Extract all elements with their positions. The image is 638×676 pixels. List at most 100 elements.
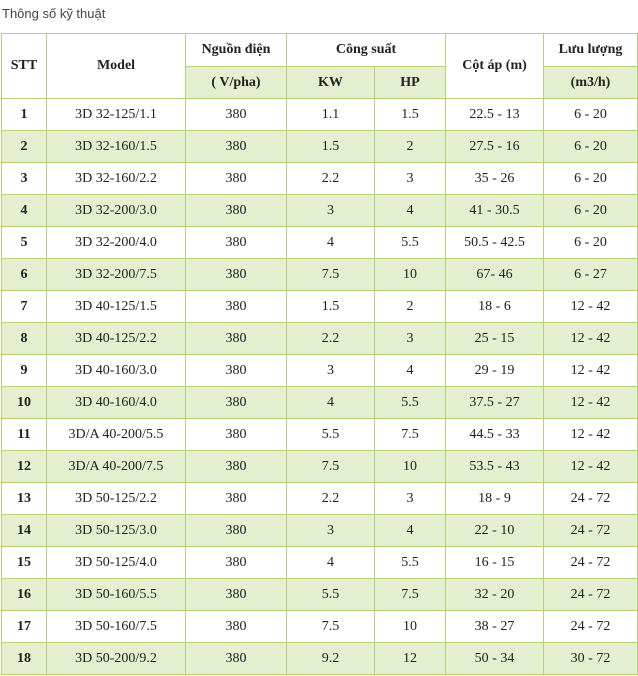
cell-model: 3D 50-160/5.5 (46, 578, 186, 611)
cell-head: 29 - 19 (445, 354, 545, 387)
cell-head: 27.5 - 16 (445, 130, 545, 163)
cell-head: 22.5 - 13 (445, 98, 545, 131)
cell-hp: 10 (373, 450, 447, 483)
cell-model: 3D 50-200/9.2 (46, 642, 186, 675)
cell-head: 35 - 26 (445, 162, 545, 195)
cell-voltage: 380 (185, 642, 287, 675)
cell-voltage: 380 (185, 578, 287, 611)
cell-flow: 24 - 72 (543, 546, 638, 579)
cell-voltage: 380 (185, 418, 287, 451)
cell-head: 37.5 - 27 (445, 386, 545, 419)
cell-kw: 7.5 (286, 610, 375, 643)
cell-hp: 5.5 (373, 546, 447, 579)
table-row: 4 3D 32-200/3.0 380 3 4 41 - 30.5 6 - 20 (1, 194, 638, 227)
cell-flow: 12 - 42 (543, 418, 638, 451)
cell-model: 3D 40-160/3.0 (46, 354, 186, 387)
cell-flow: 12 - 42 (543, 450, 638, 483)
cell-head: 22 - 10 (445, 514, 545, 547)
cell-stt: 6 (1, 258, 47, 291)
cell-stt: 5 (1, 226, 47, 259)
table-row: 9 3D 40-160/3.0 380 3 4 29 - 19 12 - 42 (1, 354, 638, 387)
spec-table: STT Model Nguồn điện Công suất Cột áp (m… (1, 33, 638, 675)
cell-voltage: 380 (185, 450, 287, 483)
cell-flow: 12 - 42 (543, 386, 638, 419)
cell-voltage: 380 (185, 546, 287, 579)
cell-hp: 10 (373, 610, 447, 643)
cell-kw: 2.2 (286, 482, 375, 515)
cell-kw: 4 (286, 546, 375, 579)
table-row: 5 3D 32-200/4.0 380 4 5.5 50.5 - 42.5 6 - 20 (1, 226, 638, 259)
cell-kw: 5.5 (286, 578, 375, 611)
table-row: 2 3D 32-160/1.5 380 1.5 2 27.5 - 16 6 - 20 (1, 130, 638, 163)
header-model: Model (46, 33, 186, 99)
cell-hp: 3 (373, 322, 447, 355)
cell-hp: 12 (373, 642, 447, 675)
cell-head: 18 - 9 (445, 482, 545, 515)
cell-head: 50 - 34 (445, 642, 545, 675)
cell-head: 32 - 20 (445, 578, 545, 611)
cell-kw: 9.2 (286, 642, 375, 675)
cell-head: 38 - 27 (445, 610, 545, 643)
cell-flow: 24 - 72 (543, 578, 638, 611)
header-power-source: Nguồn điện (185, 33, 287, 67)
cell-flow: 6 - 20 (543, 226, 638, 259)
cell-flow: 6 - 20 (543, 130, 638, 163)
cell-head: 44.5 - 33 (445, 418, 545, 451)
table-row: 7 3D 40-125/1.5 380 1.5 2 18 - 6 12 - 42 (1, 290, 638, 323)
cell-hp: 4 (373, 514, 447, 547)
cell-voltage: 380 (185, 354, 287, 387)
cell-voltage: 380 (185, 290, 287, 323)
cell-hp: 5.5 (373, 386, 447, 419)
table-row: 6 3D 32-200/7.5 380 7.5 10 67- 46 6 - 27 (1, 258, 638, 291)
cell-stt: 16 (1, 578, 47, 611)
cell-stt: 7 (1, 290, 47, 323)
cell-hp: 2 (373, 130, 447, 163)
cell-model: 3D/A 40-200/7.5 (46, 450, 186, 483)
cell-stt: 4 (1, 194, 47, 227)
page-title: Thông số kỹ thuật (2, 6, 106, 21)
cell-kw: 1.5 (286, 290, 375, 323)
table-row: 8 3D 40-125/2.2 380 2.2 3 25 - 15 12 - 42 (1, 322, 638, 355)
cell-flow: 6 - 20 (543, 98, 638, 131)
cell-flow: 12 - 42 (543, 322, 638, 355)
cell-voltage: 380 (185, 386, 287, 419)
table-row: 16 3D 50-160/5.5 380 5.5 7.5 32 - 20 24 - 72 (1, 578, 638, 611)
cell-voltage: 380 (185, 162, 287, 195)
cell-model: 3D 40-160/4.0 (46, 386, 186, 419)
table-row: 10 3D 40-160/4.0 380 4 5.5 37.5 - 27 12 - 42 (1, 386, 638, 419)
cell-head: 53.5 - 43 (445, 450, 545, 483)
cell-flow: 12 - 42 (543, 290, 638, 323)
cell-voltage: 380 (185, 482, 287, 515)
cell-model: 3D 50-160/7.5 (46, 610, 186, 643)
cell-voltage: 380 (185, 258, 287, 291)
table-row: 12 3D/A 40-200/7.5 380 7.5 10 53.5 - 43 12 - 4… (1, 450, 638, 483)
table-row: 17 3D 50-160/7.5 380 7.5 10 38 - 27 24 - 72 (1, 610, 638, 643)
cell-stt: 3 (1, 162, 47, 195)
cell-hp: 10 (373, 258, 447, 291)
cell-head: 67- 46 (445, 258, 545, 291)
cell-voltage: 380 (185, 514, 287, 547)
cell-voltage: 380 (185, 610, 287, 643)
table-row: 1 3D 32-125/1.1 380 1.1 1.5 22.5 - 13 6 - 20 (1, 98, 638, 131)
cell-kw: 2.2 (286, 322, 375, 355)
header-flow: Lưu lượng (543, 33, 638, 67)
cell-model: 3D 40-125/1.5 (46, 290, 186, 323)
cell-voltage: 380 (185, 322, 287, 355)
header-stt: STT (1, 33, 47, 99)
cell-kw: 1.1 (286, 98, 375, 131)
cell-flow: 24 - 72 (543, 610, 638, 643)
cell-kw: 3 (286, 194, 375, 227)
spec-table-body: 1 3D 32-125/1.1 380 1.1 1.5 22.5 - 13 6 - 20 2 3… (1, 98, 638, 675)
cell-voltage: 380 (185, 194, 287, 227)
cell-head: 16 - 15 (445, 546, 545, 579)
cell-stt: 12 (1, 450, 47, 483)
cell-head: 41 - 30.5 (445, 194, 545, 227)
cell-model: 3D 40-125/2.2 (46, 322, 186, 355)
cell-head: 18 - 6 (445, 290, 545, 323)
cell-stt: 17 (1, 610, 47, 643)
header-flow-unit: (m3/h) (543, 66, 638, 99)
table-row: 18 3D 50-200/9.2 380 9.2 12 50 - 34 30 - 72 (1, 642, 638, 675)
cell-stt: 11 (1, 418, 47, 451)
table-row: 11 3D/A 40-200/5.5 380 5.5 7.5 44.5 - 33 12 - … (1, 418, 638, 451)
cell-voltage: 380 (185, 226, 287, 259)
